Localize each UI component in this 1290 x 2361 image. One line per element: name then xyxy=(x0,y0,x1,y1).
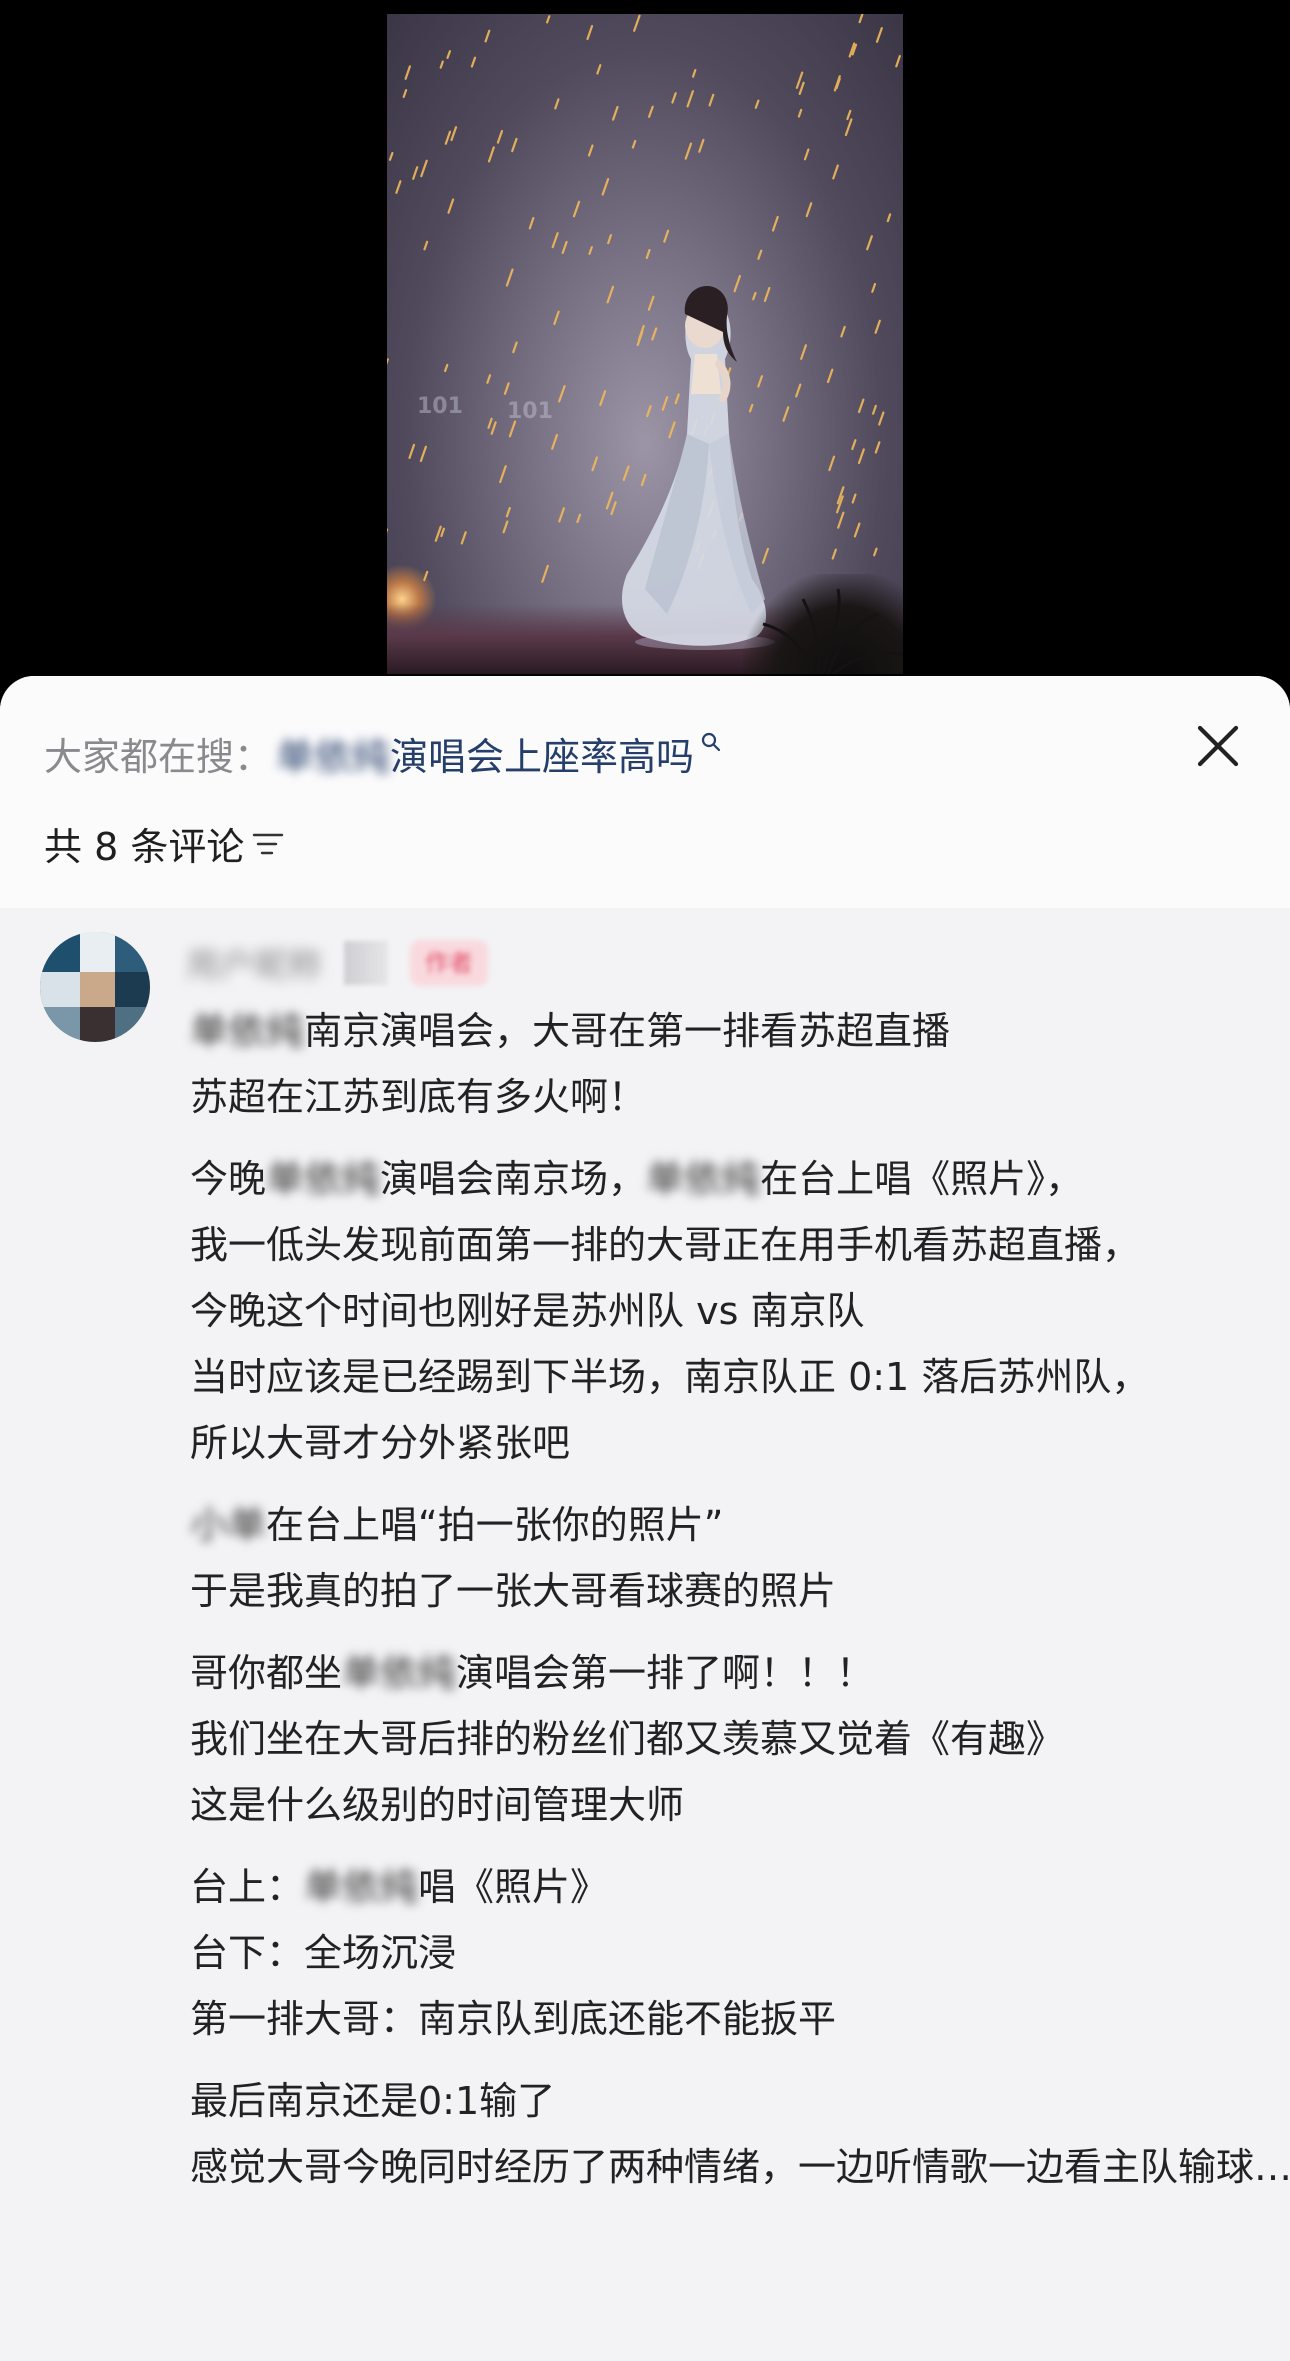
trending-search-link[interactable]: 单依纯演唱会上座率高吗 xyxy=(276,726,694,781)
close-icon[interactable] xyxy=(1190,718,1246,774)
obscured-name: 单依纯 xyxy=(276,735,391,779)
comment-text-segment: 台上： xyxy=(190,1865,305,1909)
comment-count-row[interactable]: 共 8 条评论 xyxy=(44,816,284,871)
comment-line: 最后南京还是0:1输了 xyxy=(190,2068,1260,2134)
username[interactable]: 用户昵称 xyxy=(186,938,322,987)
comment-paragraph: 台上：单依纯唱《照片》台下：全场沉浸第一排大哥：南京队到底还能不能扳平 xyxy=(190,1854,1260,2052)
stage-plant xyxy=(743,574,903,674)
trending-search[interactable]: 大家都在搜： 单依纯演唱会上座率高吗 xyxy=(44,726,722,781)
comment-text-segment: 唱《照片》 xyxy=(418,1865,609,1909)
comment-line: 台上：单依纯唱《照片》 xyxy=(190,1854,1260,1920)
comment-line: 我一低头发现前面第一排的大哥正在用手机看苏超直播， xyxy=(190,1212,1260,1278)
trending-search-query: 演唱会上座率高吗 xyxy=(390,735,695,779)
comment-text-segment: 在台上唱“拍一张你的照片” xyxy=(266,1503,724,1547)
comment-text-segment: 南京演唱会，大哥在第一排看苏超直播 xyxy=(304,1009,951,1053)
obscured-block xyxy=(344,940,388,985)
comment-count: 共 8 条评论 xyxy=(44,825,245,869)
comments-sheet: 大家都在搜： 单依纯演唱会上座率高吗 共 8 条评论 用户昵称 作者 单依纯南京… xyxy=(0,676,1290,2361)
comment-text-segment: 今晚 xyxy=(190,1157,267,1201)
comment-item: 用户昵称 作者 单依纯南京演唱会，大哥在第一排看苏超直播 苏超在江苏到底有多火啊！… xyxy=(0,908,1290,2189)
comment-line: 感觉大哥今晚同时经历了两种情绪，一边听情歌一边看主队输球…… xyxy=(190,2134,1290,2200)
comment-line: 哥你都坐单依纯演唱会第一排了啊！！！ xyxy=(190,1640,1260,1706)
comment-text-segment: 感觉大哥今晚同时经历了两种情绪，一边听情歌一边看主队输球…… xyxy=(190,2145,1290,2189)
comment-text-segment: 于是我真的拍了一张大哥看球赛的照片 xyxy=(190,1569,837,1613)
comment-paragraph: 哥你都坐单依纯演唱会第一排了啊！！！ 我们坐在大哥后排的粉丝们都又羡慕又觉着《有趣… xyxy=(190,1640,1260,1838)
comment-line: 当时应该是已经踢到下半场，南京队正 0:1 落后苏州队， xyxy=(190,1344,1260,1410)
comment-text-segment: 最后南京还是0:1输了 xyxy=(190,2079,556,2123)
trending-search-prefix: 大家都在搜： xyxy=(44,735,273,779)
avatar[interactable] xyxy=(40,932,150,1042)
comment-text-segment: 今晚这个时间也刚好是苏州队 vs 南京队 xyxy=(190,1289,865,1333)
comment-line: 这是什么级别的时间管理大师 xyxy=(190,1772,1260,1838)
comment-paragraph: 单依纯南京演唱会，大哥在第一排看苏超直播苏超在江苏到底有多火啊！ xyxy=(190,998,1260,1130)
comment-paragraph: 小单在台上唱“拍一张你的照片” 于是我真的拍了一张大哥看球赛的照片 xyxy=(190,1492,1260,1624)
comment-paragraph: 今晚单依纯演唱会南京场，单依纯在台上唱《照片》， 我一低头发现前面第一排的大哥正在… xyxy=(190,1146,1260,1476)
video-area[interactable]: 101 101 xyxy=(0,0,1290,700)
obscured-name: 单依纯 xyxy=(304,1865,419,1909)
comment-text-segment: 在台上唱《照片》， xyxy=(760,1157,1084,1201)
comment-text: 单依纯南京演唱会，大哥在第一排看苏超直播 苏超在江苏到底有多火啊！ 今晚单依纯演唱会… xyxy=(190,998,1290,2216)
comment-line: 第一排大哥：南京队到底还能不能扳平 xyxy=(190,1986,1260,2052)
comment-meta: 用户昵称 作者 xyxy=(186,938,488,987)
comment-text-segment: 这是什么级别的时间管理大师 xyxy=(190,1783,685,1827)
comment-text-segment: 台下：全场沉浸 xyxy=(190,1931,457,1975)
comment-line: 今晚这个时间也刚好是苏州队 vs 南京队 xyxy=(190,1278,1260,1344)
concert-photo[interactable]: 101 101 xyxy=(387,14,903,674)
sort-icon[interactable] xyxy=(252,830,284,858)
comment-text-segment: 演唱会南京场， xyxy=(380,1157,647,1201)
obscured-name: 单依纯 xyxy=(646,1157,761,1201)
comment-line: 苏超在江苏到底有多火啊！ xyxy=(190,1064,1260,1130)
comment-text-segment: 第一排大哥：南京队到底还能不能扳平 xyxy=(190,1997,837,2041)
author-badge: 作者 xyxy=(410,939,488,986)
comment-text-segment: 演唱会第一排了啊！！！ xyxy=(456,1651,875,1695)
obscured-name: 单依纯 xyxy=(266,1157,381,1201)
comment-text-segment: 苏超在江苏到底有多火啊！ xyxy=(190,1075,647,1119)
comment-paragraph: 最后南京还是0:1输了感觉大哥今晚同时经历了两种情绪，一边听情歌一边看主队输球…… xyxy=(190,2068,1290,2200)
comment-line: 单依纯南京演唱会，大哥在第一排看苏超直播 xyxy=(190,998,1260,1064)
obscured-name: 小单 xyxy=(190,1503,267,1547)
comment-text-segment: 我一低头发现前面第一排的大哥正在用手机看苏超直播， xyxy=(190,1223,1141,1267)
comment-line: 所以大哥才分外紧张吧 xyxy=(190,1410,1260,1476)
comment-text-segment: 当时应该是已经踢到下半场，南京队正 0:1 落后苏州队， xyxy=(190,1355,1150,1399)
obscured-name: 单依纯 xyxy=(342,1651,457,1695)
comment-text-segment: 我们坐在大哥后排的粉丝们都又羡慕又觉着《有趣》 xyxy=(190,1717,1065,1761)
comment-text-segment: 所以大哥才分外紧张吧 xyxy=(190,1421,571,1465)
sheet-header: 大家都在搜： 单依纯演唱会上座率高吗 共 8 条评论 xyxy=(0,676,1290,908)
search-icon xyxy=(701,732,721,751)
comment-line: 今晚单依纯演唱会南京场，单依纯在台上唱《照片》， xyxy=(190,1146,1260,1212)
obscured-name: 单依纯 xyxy=(190,1009,305,1053)
comment-line: 我们坐在大哥后排的粉丝们都又羡慕又觉着《有趣》 xyxy=(190,1706,1260,1772)
comment-text-segment: 哥你都坐 xyxy=(190,1651,343,1695)
comment-line: 于是我真的拍了一张大哥看球赛的照片 xyxy=(190,1558,1260,1624)
comment-line: 台下：全场沉浸 xyxy=(190,1920,1260,1986)
comment-line: 小单在台上唱“拍一张你的照片” xyxy=(190,1492,1260,1558)
